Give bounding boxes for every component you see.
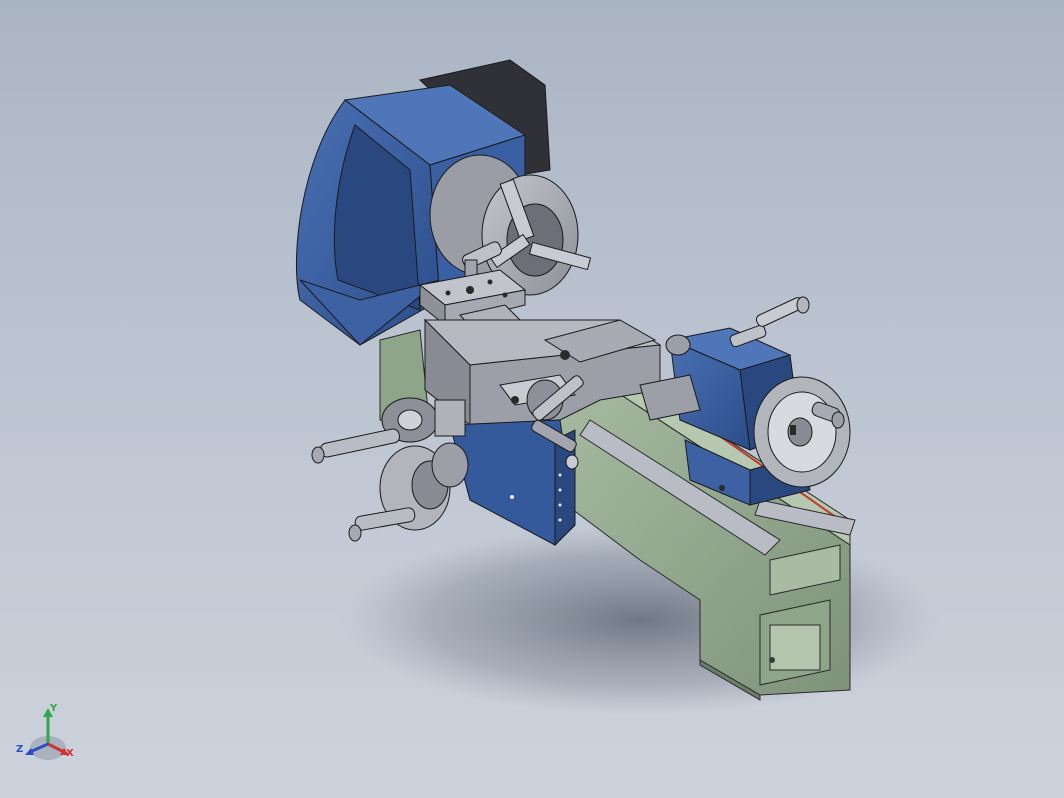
tailstock-handwheel[interactable] <box>753 376 851 488</box>
view-orientation-triad[interactable]: Y X Z <box>14 700 78 766</box>
x-axis-label: X <box>66 748 74 759</box>
y-axis-label: Y <box>49 703 58 714</box>
apron-handwheel[interactable] <box>311 397 469 542</box>
graphics-viewport[interactable]: Y X Z <box>0 0 1064 798</box>
z-axis-label: Z <box>16 744 23 755</box>
lathe-model-render[interactable] <box>0 0 1064 798</box>
